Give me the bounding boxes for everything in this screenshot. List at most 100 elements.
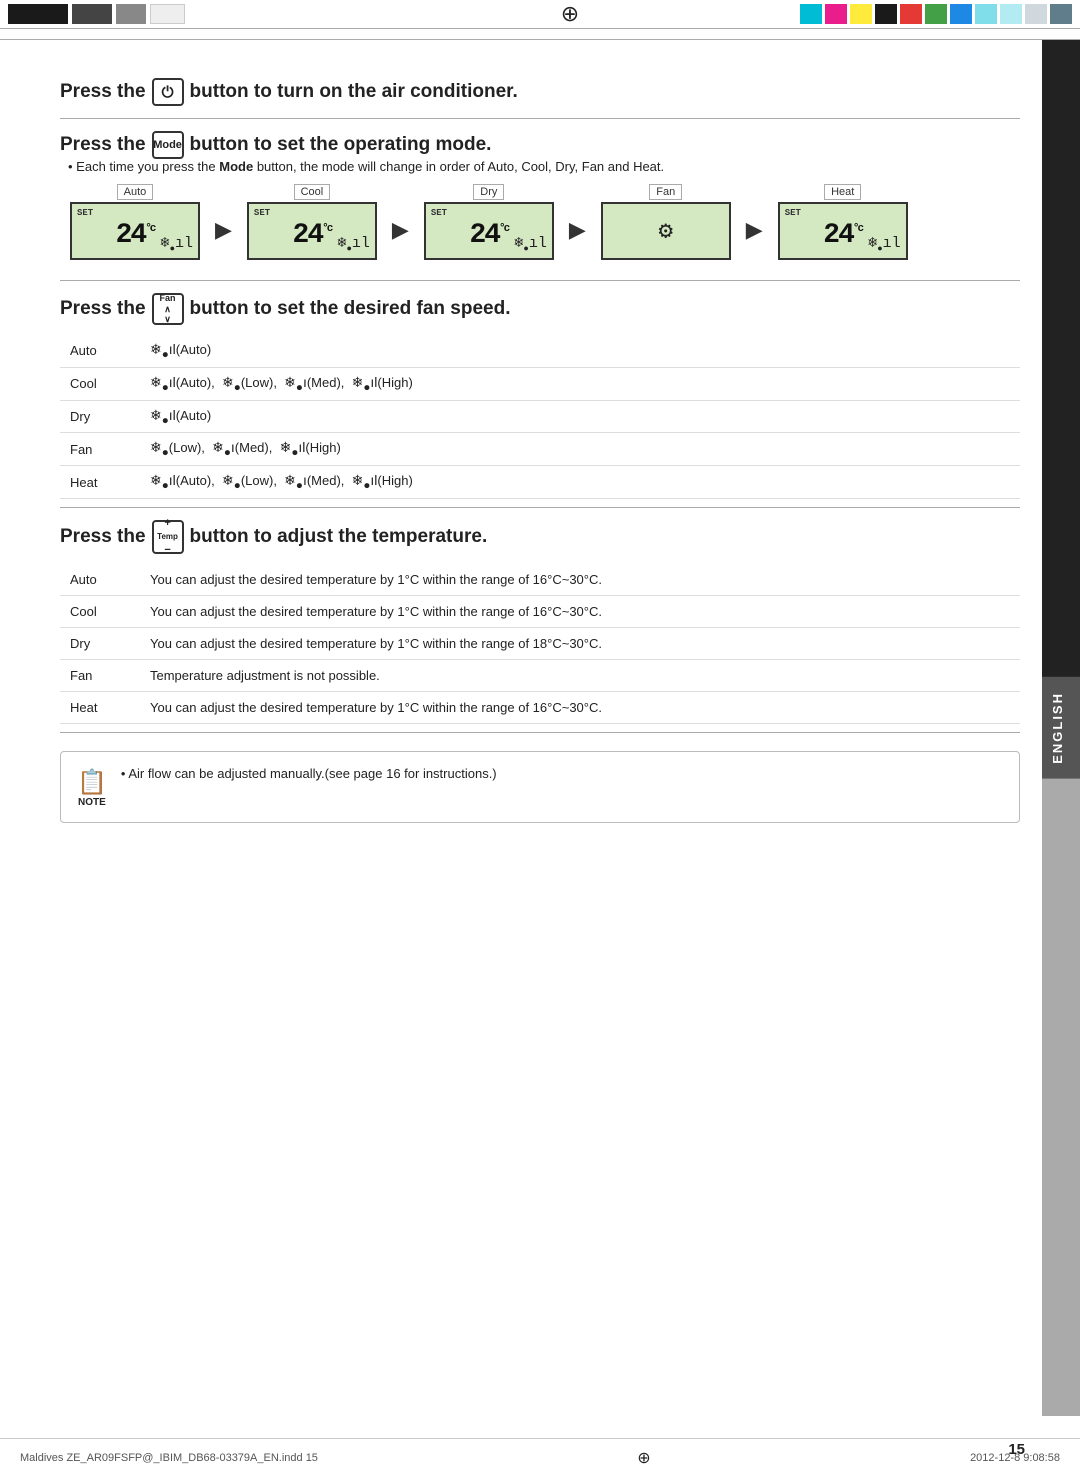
fan-desc-auto: ❄●ıl(Auto) <box>140 335 1020 367</box>
top-color-bar: ⊕ <box>0 0 1080 28</box>
lcd-set-cool: SET <box>254 208 270 218</box>
fan-heading-suffix: button to set the desired fan speed. <box>190 298 511 320</box>
registration-mark-top: ⊕ <box>400 0 740 28</box>
footer-left: Maldives ZE_AR09FSFP@_IBIM_DB68-03379A_E… <box>20 1452 318 1464</box>
color-swatch-gray <box>116 4 146 24</box>
temp-row-fan: Fan Temperature adjustment is not possib… <box>60 659 1020 691</box>
swatch-yellow <box>850 4 872 24</box>
swatch-cyan <box>800 4 822 24</box>
fan-mode-dry: Dry <box>60 400 140 433</box>
lcd-panel-fan: Fan ⚙ <box>591 184 741 260</box>
section-temp: Press the + Temp − button to adjust the … <box>60 508 1020 732</box>
color-swatch-black2 <box>72 4 112 24</box>
lcd-panel-auto: Auto SET 24°c ❄●ıl <box>60 184 210 260</box>
press-the-fan-text: Press the <box>60 298 146 320</box>
lcd-display-auto: SET 24°c ❄●ıl <box>70 202 200 260</box>
lcd-display-dry: SET 24°c ❄●ıl <box>424 202 554 260</box>
lcd-label-auto: Auto <box>117 184 154 200</box>
section-mode: Press the Mode button to set the operati… <box>60 119 1020 280</box>
lcd-fan-dry: ❄●ıl <box>514 233 546 254</box>
temp-mode-cool: Cool <box>60 595 140 627</box>
fan-row-fan: Fan ❄●(Low), ❄●ı(Med), ❄●ıl(High) <box>60 433 1020 466</box>
press-the-power-text: Press the <box>60 81 146 103</box>
swatch-blue <box>950 4 972 24</box>
lcd-fan-cool: ❄●ıl <box>337 233 369 254</box>
fan-button-icon: Fan ∧∨ <box>152 293 184 325</box>
swatch-darkgray <box>1050 4 1072 24</box>
fan-desc-fan: ❄●(Low), ❄●ı(Med), ❄●ıl(High) <box>140 433 1020 466</box>
temp-heading: Press the + Temp − button to adjust the … <box>60 520 1020 554</box>
note-text: Air flow can be adjusted manually.(see p… <box>121 766 497 781</box>
section-power: Press the ⏻ button to turn on the air co… <box>60 60 1020 118</box>
temp-row-auto: Auto You can adjust the desired temperat… <box>60 564 1020 596</box>
swatch-lightcyan <box>1000 4 1022 24</box>
lcd-set-dry: SET <box>431 208 447 218</box>
lcd-fan-heat: ❄●ıl <box>868 233 900 254</box>
footer: Maldives ZE_AR09FSFP@_IBIM_DB68-03379A_E… <box>0 1438 1080 1476</box>
lcd-panel-cool: Cool SET 24°c ❄●ıl <box>237 184 387 260</box>
lcd-label-fan: Fan <box>649 184 682 200</box>
temp-mode-fan: Fan <box>60 659 140 691</box>
swatch-magenta <box>825 4 847 24</box>
temp-desc-fan: Temperature adjustment is not possible. <box>140 659 1020 691</box>
power-button-icon: ⏻ <box>152 78 184 106</box>
lcd-display-heat: SET 24°c ❄●ıl <box>778 202 908 260</box>
color-swatch-black1 <box>8 4 68 24</box>
fan-btn-top: Fan <box>160 293 176 304</box>
temp-btn-minus: − <box>164 543 170 558</box>
lcd-panels-row: Auto SET 24°c ❄●ıl ▶ Cool SET 24°c ❄●ıl … <box>60 184 1020 260</box>
note-box: 📋 NOTE Air flow can be adjusted manually… <box>60 751 1020 823</box>
footer-center-mark: ⊕ <box>637 1448 650 1468</box>
fan-mode-heat: Heat <box>60 466 140 499</box>
arrow-4: ▶ <box>741 217 768 243</box>
lcd-panel-heat: Heat SET 24°c ❄●ıl <box>768 184 918 260</box>
temp-row-dry: Dry You can adjust the desired temperatu… <box>60 627 1020 659</box>
temp-row-cool: Cool You can adjust the desired temperat… <box>60 595 1020 627</box>
fan-desc-heat: ❄●ıl(Auto), ❄●(Low), ❄●ı(Med), ❄●ıl(High… <box>140 466 1020 499</box>
mode-button-icon: Mode <box>152 131 184 159</box>
mode-subtitle: Each time you press the Mode button, the… <box>60 159 1020 174</box>
lcd-display-fan: ⚙ <box>601 202 731 260</box>
fan-desc-dry: ❄●ıl(Auto) <box>140 400 1020 433</box>
temp-mode-heat: Heat <box>60 691 140 723</box>
lcd-label-cool: Cool <box>294 184 331 200</box>
power-heading-suffix: button to turn on the air conditioner. <box>190 81 518 103</box>
lcd-temp-auto: 24°c <box>116 220 155 251</box>
top-lines <box>0 28 1080 40</box>
arrow-2: ▶ <box>387 217 414 243</box>
note-document-icon: 📋 <box>77 768 107 797</box>
press-the-temp-text: Press the <box>60 526 146 548</box>
press-the-mode-text: Press the <box>60 134 146 156</box>
swatch-lightblue <box>975 4 997 24</box>
fan-mode-auto: Auto <box>60 335 140 367</box>
temp-btn-plus: + <box>164 516 170 531</box>
temp-desc-cool: You can adjust the desired temperature b… <box>140 595 1020 627</box>
section-fan: Press the Fan ∧∨ button to set the desir… <box>60 281 1020 507</box>
fan-mode-fan: Fan <box>60 433 140 466</box>
temp-heading-suffix: button to adjust the temperature. <box>190 526 488 548</box>
mode-heading-suffix: button to set the operating mode. <box>190 134 492 156</box>
fan-mode-cool: Cool <box>60 367 140 400</box>
footer-right: 2012-12-8 9:08:58 <box>970 1452 1060 1464</box>
fan-desc-cool: ❄●ıl(Auto), ❄●(Low), ❄●ı(Med), ❄●ıl(High… <box>140 367 1020 400</box>
color-bar-right <box>740 0 1080 28</box>
lcd-set-auto: SET <box>77 208 93 218</box>
fan-row-cool: Cool ❄●ıl(Auto), ❄●(Low), ❄●ı(Med), ❄●ıl… <box>60 367 1020 400</box>
fan-speed-table: Auto ❄●ıl(Auto) Cool ❄●ıl(Auto), ❄●(Low)… <box>60 335 1020 499</box>
temp-adjustment-table: Auto You can adjust the desired temperat… <box>60 564 1020 724</box>
fan-row-dry: Dry ❄●ıl(Auto) <box>60 400 1020 433</box>
lcd-label-dry: Dry <box>473 184 504 200</box>
fan-btn-arrows: ∧∨ <box>164 304 171 326</box>
temp-desc-dry: You can adjust the desired temperature b… <box>140 627 1020 659</box>
lcd-display-cool: SET 24°c ❄●ıl <box>247 202 377 260</box>
temp-button-icon: + Temp − <box>152 520 184 554</box>
lcd-set-heat: SET <box>785 208 801 218</box>
swatch-lightgray <box>1025 4 1047 24</box>
note-icon-wrap: 📋 NOTE <box>77 766 107 808</box>
lcd-temp-dry: 24°c <box>469 220 508 251</box>
swatch-red <box>900 4 922 24</box>
temp-desc-auto: You can adjust the desired temperature b… <box>140 564 1020 596</box>
lcd-label-heat: Heat <box>824 184 861 200</box>
arrow-1: ▶ <box>210 217 237 243</box>
page-content: Press the ⏻ button to turn on the air co… <box>0 40 1080 1436</box>
